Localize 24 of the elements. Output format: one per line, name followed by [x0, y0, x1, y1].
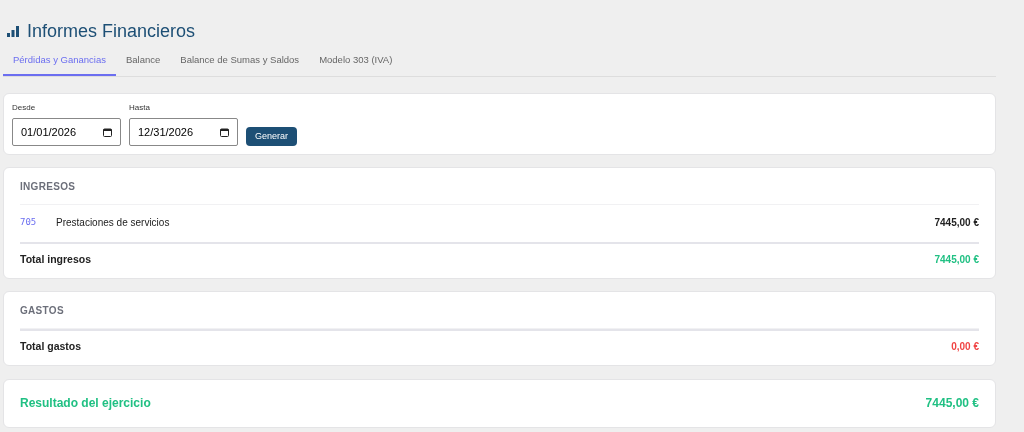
section-heading: GASTOS: [20, 304, 65, 318]
total-amount: 0,00 €: [951, 340, 979, 354]
account-name: Prestaciones de servicios: [56, 216, 171, 231]
total-label: Total ingresos: [20, 252, 91, 268]
section-heading: INGRESOS: [20, 180, 77, 195]
generate-button[interactable]: Generar: [246, 126, 298, 147]
total-amount: 7445,00 €: [934, 253, 979, 268]
tab[interactable]: Balance: [115, 49, 171, 77]
tab[interactable]: Modelo 303 (IVA): [309, 49, 403, 77]
total-label: Total gastos: [20, 339, 82, 354]
calendar-icon[interactable]: [103, 127, 112, 137]
tab[interactable]: Pérdidas y Ganancias: [3, 49, 116, 77]
account-code[interactable]: 705: [20, 216, 56, 230]
tab[interactable]: Balance de Sumas y Saldos: [170, 49, 310, 77]
amount: 7445,00 €: [934, 216, 979, 231]
page-title: Informes Financieros: [27, 20, 196, 43]
result-amount: 7445,00 €: [925, 395, 979, 413]
field-label: Hasta: [129, 102, 151, 115]
date-field[interactable]: 01/01/2026: [12, 118, 121, 147]
field-label: Desde: [12, 102, 37, 115]
calendar-icon[interactable]: [220, 127, 229, 137]
bar-chart-icon: [7, 26, 19, 37]
result-label: Resultado del ejercicio: [20, 395, 151, 413]
date-field[interactable]: 12/31/2026: [129, 118, 238, 147]
